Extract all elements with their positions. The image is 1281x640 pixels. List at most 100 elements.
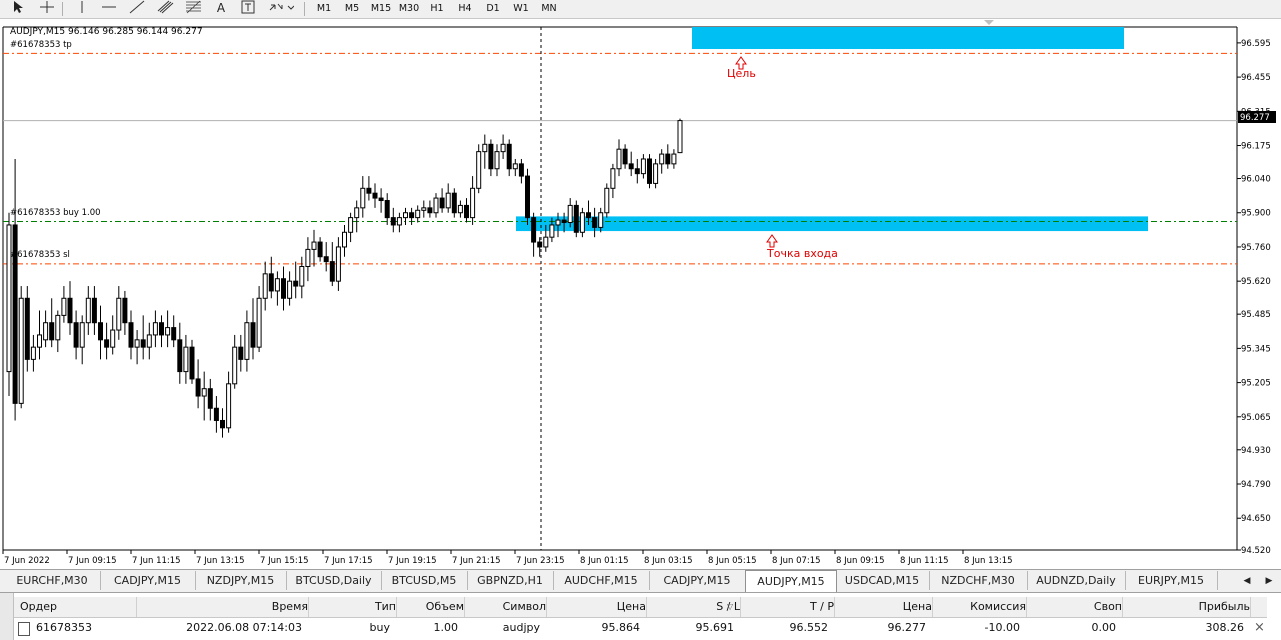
- timeframe-h4-button[interactable]: H4: [452, 1, 478, 16]
- fibonacci-icon[interactable]: [185, 0, 203, 17]
- x-tick-label: 8 Jun 07:15: [772, 556, 821, 566]
- x-tick-label: 8 Jun 09:15: [836, 556, 885, 566]
- chart-tab-12[interactable]: EURJPY,M15: [1125, 571, 1218, 590]
- arrows-icon[interactable]: [268, 0, 295, 17]
- x-tick-label: 8 Jun 13:15: [964, 556, 1013, 566]
- column-header-type[interactable]: Тип: [310, 597, 397, 617]
- chart-tab-10[interactable]: NZDCHF,M30: [929, 571, 1028, 590]
- bid-price-label: 96.277: [1238, 111, 1276, 123]
- sort-arrow-icon: ▽: [727, 602, 734, 611]
- terminal-side-strip: [0, 593, 14, 640]
- order-cell-type: buy: [369, 621, 390, 634]
- entry-zone: [516, 216, 1148, 232]
- cursor-icon[interactable]: [10, 0, 26, 17]
- equidistant-channel-icon[interactable]: [157, 0, 175, 17]
- chart-canvas[interactable]: 96.59596.45596.31596.17596.04095.90095.7…: [0, 19, 1281, 568]
- chart-tab-0[interactable]: EURCHF,M30: [4, 571, 101, 590]
- column-header-symbol[interactable]: Символ: [466, 597, 547, 617]
- candle: [18, 286, 24, 409]
- text-label-icon[interactable]: [240, 0, 256, 17]
- candle: [604, 183, 610, 218]
- candle: [579, 207, 585, 238]
- chart-tab-4[interactable]: BTCUSD,M5: [381, 571, 468, 590]
- column-header-order[interactable]: Ордер: [14, 597, 137, 617]
- order-cell-tp: 96.552: [789, 621, 829, 634]
- chart-tab-9[interactable]: USDCAD,M15: [835, 571, 930, 590]
- tabs-scroll-right-icon[interactable]: ▶: [1262, 573, 1276, 590]
- column-header-price[interactable]: Цена: [548, 597, 647, 617]
- chart-tab-2[interactable]: NZDJPY,M15: [195, 571, 287, 590]
- toolbar: A M1 M5 M15 M30 H1 H4 D1 W1 MN: [0, 0, 1281, 19]
- timeframe-mn-button[interactable]: MN: [536, 1, 562, 16]
- timeframe-m15-button[interactable]: M15: [368, 1, 394, 16]
- vertical-line-icon[interactable]: [75, 0, 89, 17]
- timeframe-m30-button[interactable]: M30: [396, 1, 422, 16]
- timeframe-m5-button[interactable]: M5: [339, 1, 365, 16]
- y-tick-label: 95.900: [1241, 209, 1271, 219]
- timeframe-w1-button[interactable]: W1: [508, 1, 534, 16]
- candle: [451, 188, 457, 218]
- timeframe-h1-button[interactable]: H1: [424, 1, 450, 16]
- x-tick-label: 7 Jun 11:15: [132, 556, 181, 566]
- order-icon: [18, 622, 30, 636]
- horizontal-line-icon[interactable]: [101, 0, 117, 17]
- chart-tab-6[interactable]: AUDCHF,M15: [553, 571, 650, 590]
- chart-tab-3[interactable]: BTCUSD,Daily: [286, 571, 382, 590]
- trendline-icon[interactable]: [129, 0, 145, 17]
- text-icon[interactable]: A: [214, 0, 228, 17]
- order-cell-order: 61678353: [36, 621, 92, 634]
- candle: [677, 118, 683, 154]
- order-cell-swap: 0.00: [1091, 621, 1117, 634]
- y-tick-label: 96.040: [1241, 175, 1271, 185]
- timeframe-m1-button[interactable]: M1: [311, 1, 337, 16]
- target-zone: [692, 27, 1124, 49]
- x-tick-label: 7 Jun 17:15: [324, 556, 373, 566]
- entry-label: Точка входа: [766, 247, 838, 260]
- chart-tab-1[interactable]: CADJPY,M15: [100, 571, 196, 590]
- column-header-swap[interactable]: Своп: [1028, 597, 1123, 617]
- y-tick-label: 95.620: [1241, 277, 1271, 287]
- orders-table-header: Ордер Время Тип Объем Символ Цена S / LT / P Це…: [14, 597, 1267, 618]
- order-cell-sl: 95.691: [695, 621, 735, 634]
- chart-tab-5[interactable]: GBPNZD,H1: [467, 571, 554, 590]
- order-cell-current-price: 96.277: [887, 621, 927, 634]
- table-row[interactable]: 61678353 2022.06.08 07:14:03 buy 1.00 audjpy…: [14, 618, 1267, 638]
- column-header-volume[interactable]: Объем: [398, 597, 465, 617]
- candle: [573, 200, 579, 238]
- crosshair-icon[interactable]: [38, 0, 56, 17]
- timeframe-d1-button[interactable]: D1: [480, 1, 506, 16]
- column-header-profit[interactable]: Прибыль: [1124, 597, 1251, 617]
- order-cell-price: 95.864: [601, 621, 641, 634]
- x-tick-label: 7 Jun 13:15: [196, 556, 245, 566]
- y-tick-label: 95.205: [1241, 379, 1271, 389]
- terminal-panel: Ордер Время Тип Объем Символ Цена S / LT / P Це…: [0, 592, 1281, 640]
- x-tick-label: 7 Jun 21:15: [452, 556, 501, 566]
- y-tick-label: 94.650: [1241, 514, 1271, 524]
- column-header-time[interactable]: Время: [138, 597, 309, 617]
- column-header-current-price[interactable]: Цена: [836, 597, 933, 617]
- column-header-commission[interactable]: Комиссия: [934, 597, 1027, 617]
- x-tick-label: 8 Jun 03:15: [644, 556, 693, 566]
- order-cell-volume: 1.00: [433, 621, 459, 634]
- svg-text:96.277: 96.277: [1240, 113, 1270, 123]
- chart-tab-11[interactable]: AUDNZD,Daily: [1027, 571, 1126, 590]
- tabs-scroll-left-icon[interactable]: ◀: [1240, 573, 1254, 590]
- x-tick-label: 7 Jun 19:15: [388, 556, 437, 566]
- price-chart[interactable]: 96.59596.45596.31596.17596.04095.90095.7…: [0, 19, 1281, 568]
- target-label: Цель: [727, 67, 756, 80]
- chart-tab-8[interactable]: AUDJPY,M15: [745, 570, 837, 592]
- y-tick-label: 95.485: [1241, 310, 1271, 320]
- x-tick-label: 8 Jun 11:15: [900, 556, 949, 566]
- y-tick-label: 96.455: [1241, 73, 1271, 83]
- y-tick-label: 95.065: [1241, 413, 1271, 423]
- y-tick-label: 96.595: [1241, 39, 1271, 49]
- x-tick-label: 7 Jun 09:15: [68, 556, 117, 566]
- y-tick-label: 95.760: [1241, 243, 1271, 253]
- chart-header: AUDJPY,M15 96.146 96.285 96.144 96.277: [10, 27, 203, 37]
- chart-tabs: EURCHF,M30 CADJPY,M15 NZDJPY,M15 BTCUSD,Dai…: [0, 569, 1281, 592]
- order-cell-profit: 308.26: [1205, 621, 1245, 634]
- chart-tab-7[interactable]: CADJPY,M15: [649, 571, 746, 590]
- close-order-icon[interactable]: ×: [1254, 618, 1265, 638]
- candle: [653, 158, 659, 189]
- column-header-tp[interactable]: T / P: [742, 597, 835, 617]
